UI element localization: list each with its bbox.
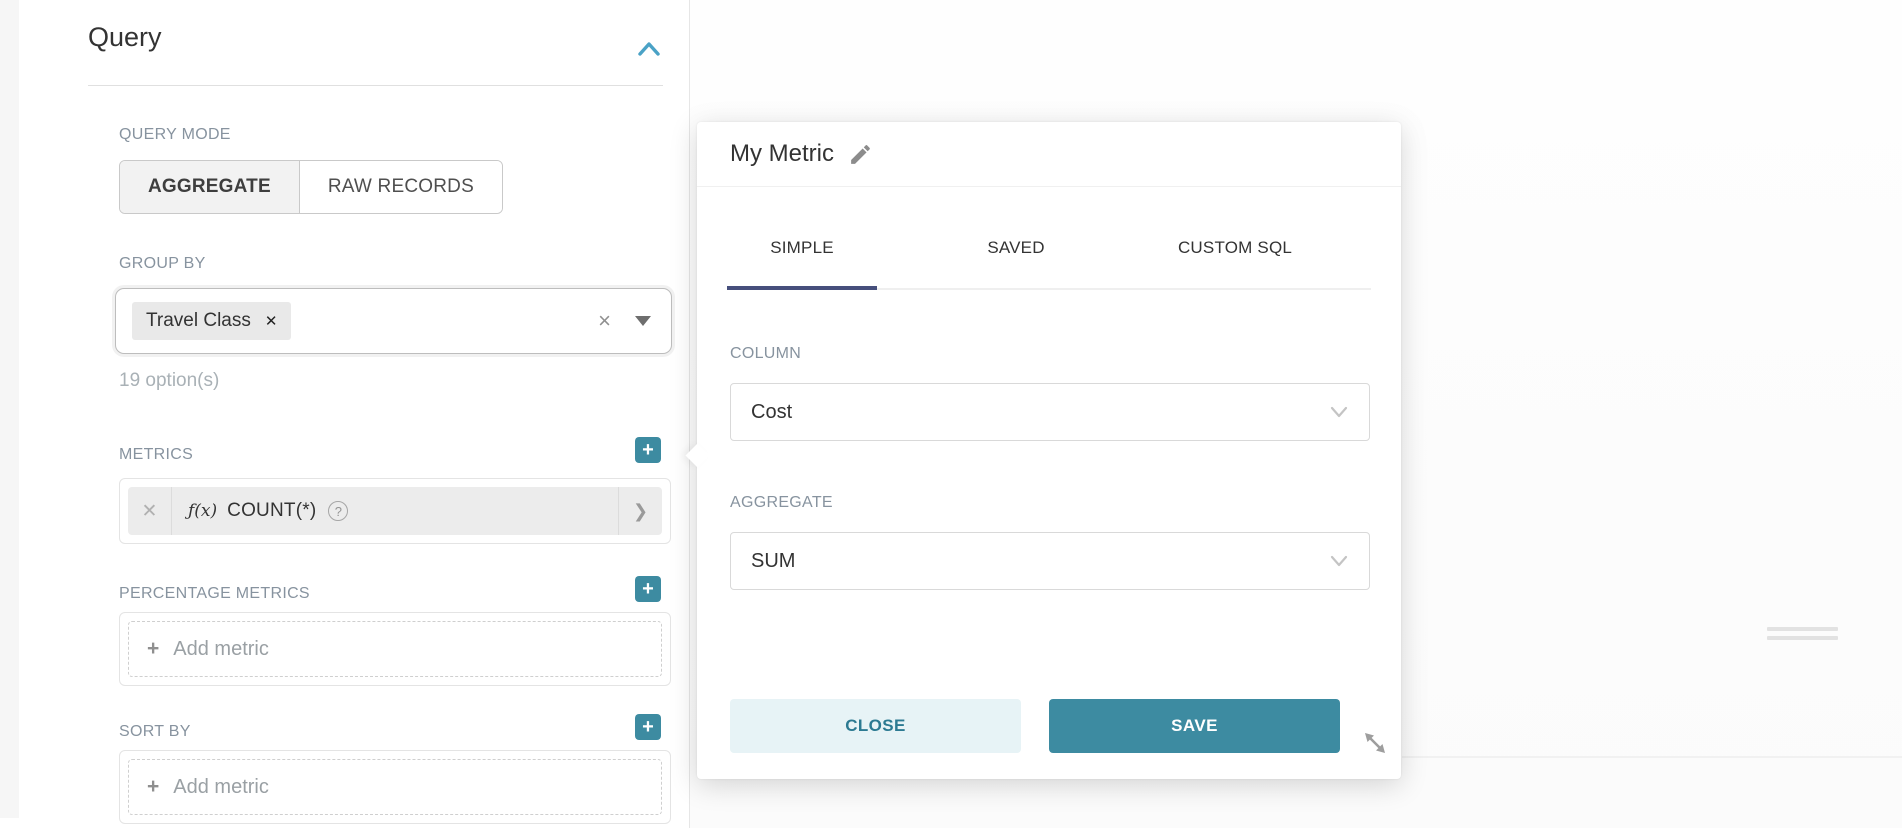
group-by-tag[interactable]: Travel Class ✕ [132,302,291,340]
caret-down-icon[interactable] [635,316,651,326]
plus-icon: + [642,717,654,737]
pencil-icon [848,142,873,167]
column-select-value: Cost [751,401,792,424]
plus-icon: + [642,440,654,460]
add-percentage-metric-button[interactable]: + [635,576,661,602]
aggregate-select-value: SUM [751,550,795,573]
aggregate-label: AGGREGATE [730,494,833,512]
metric-name: My Metric [730,140,834,168]
left-rail [0,0,19,818]
percentage-metrics-container: + Add metric [119,612,671,686]
chevron-down-icon [1329,405,1349,419]
query-mode-toggle: AGGREGATE RAW RECORDS [119,160,503,214]
column-select[interactable]: Cost [730,383,1370,441]
metric-expand-chevron-icon[interactable]: ❯ [618,487,662,535]
skeleton-line-1 [1767,627,1838,631]
metric-info-icon[interactable]: ? [328,501,348,521]
group-by-tag-label: Travel Class [146,310,251,332]
save-button[interactable]: SAVE [1049,699,1340,753]
column-label: COLUMN [730,345,801,363]
active-tab-indicator [727,286,877,290]
query-mode-raw-records[interactable]: RAW RECORDS [300,161,502,213]
sort-by-label: SORT BY [119,723,191,741]
resize-diagonal-icon [1360,728,1390,758]
canvas-separator-line [1402,756,1902,758]
section-divider [88,85,663,86]
tab-custom-sql[interactable]: CUSTOM SQL [1178,238,1292,258]
close-button[interactable]: CLOSE [730,699,1021,753]
plus-icon: + [642,579,654,599]
add-sort-by-button[interactable]: + [635,714,661,740]
group-by-label: GROUP BY [119,255,206,273]
tab-simple[interactable]: SIMPLE [770,238,834,258]
select-clear-icon[interactable]: × [598,308,611,334]
add-metric-placeholder: Add metric [173,776,269,799]
aggregate-select[interactable]: SUM [730,532,1370,590]
metrics-label: METRICS [119,446,193,464]
group-by-options-hint: 19 option(s) [119,370,219,392]
metric-editor-popover: My Metric SIMPLE SAVED CUSTOM SQL COLUMN… [697,122,1401,779]
collapse-section-button[interactable] [636,38,662,60]
metrics-container: ✕ ƒ(x) COUNT(*) ? ❯ [119,478,671,544]
query-mode-aggregate[interactable]: AGGREGATE [120,161,300,213]
plus-icon: + [147,775,159,799]
query-mode-label: QUERY MODE [119,126,231,144]
add-percentage-metric-dropzone[interactable]: + Add metric [128,621,662,677]
percentage-metrics-label: PERCENTAGE METRICS [119,585,310,603]
metric-pill-count[interactable]: ✕ ƒ(x) COUNT(*) ? ❯ [128,487,662,535]
popover-header: My Metric [697,122,1401,187]
metric-pill-label: COUNT(*) [227,500,316,522]
group-by-select[interactable]: Travel Class ✕ × [115,288,672,354]
skeleton-line-2 [1767,636,1838,640]
metric-remove-icon[interactable]: ✕ [128,487,172,535]
chevron-up-icon [636,38,662,60]
plus-icon: + [147,637,159,661]
tag-remove-icon[interactable]: ✕ [265,312,278,330]
popover-resize-handle[interactable] [1358,726,1392,760]
edit-metric-name-button[interactable] [848,142,873,167]
add-metric-placeholder: Add metric [173,638,269,661]
query-section-title: Query [88,22,162,53]
add-metric-button[interactable]: + [635,437,661,463]
chevron-down-icon [1329,554,1349,568]
tab-saved[interactable]: SAVED [987,238,1044,258]
explore-screen: Query QUERY MODE AGGREGATE RAW RECORDS G… [0,0,1902,828]
sort-by-container: + Add metric [119,750,671,824]
add-sort-by-dropzone[interactable]: + Add metric [128,759,662,815]
function-icon: ƒ(x) [188,501,217,521]
